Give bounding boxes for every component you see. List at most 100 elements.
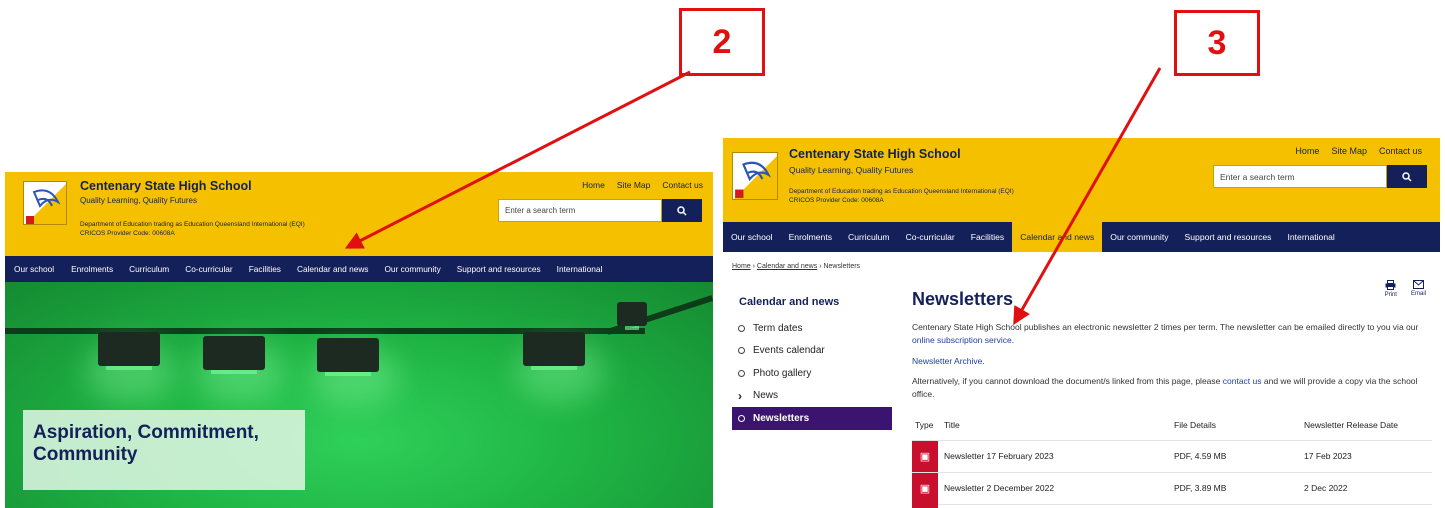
nav-our-school[interactable]: Our school [723,222,781,252]
top-links: Home Site Map Contact us [1295,146,1422,156]
sidebar-item-label: Photo gallery [753,367,812,379]
circle-icon [738,347,745,355]
pdf-icon: ▣ [912,472,938,504]
stage-light [523,332,585,370]
pdf-icon: ▣ [912,440,938,472]
hero-banner: Aspiration, Commitment, Community [5,282,713,508]
hero-caption: Aspiration, Commitment, Community [23,410,305,490]
table-row[interactable]: ▣ Newsletter 2 December 2022 PDF, 3.89 M… [912,472,1432,505]
sidebar-item-label: Events calendar [753,345,825,357]
nav-our-school[interactable]: Our school [5,256,63,282]
release-date: 17 Feb 2023 [1298,440,1432,473]
contact-us-inline-link[interactable]: contact us [1223,376,1262,386]
circle-icon [738,369,745,377]
sidebar-item-newsletters[interactable]: Newsletters [732,407,892,430]
sidebar-item-label: Newsletters [753,412,810,424]
breadcrumb-calendar[interactable]: Calendar and news [757,263,817,270]
nav-support-and-resources[interactable]: Support and resources [449,256,549,282]
home-link[interactable]: Home [1295,146,1319,156]
file-details: PDF, 3.89 MB [1168,472,1298,505]
breadcrumb: Home › Calendar and news › Newsletters [732,263,860,270]
alternative-paragraph: Alternatively, if you cannot download th… [912,376,1418,399]
nav-enrolments[interactable]: Enrolments [63,256,121,282]
school-logo[interactable] [23,181,67,225]
page-tools: Print Email [1385,280,1426,298]
search-button[interactable] [1387,165,1427,188]
header-type: Type [912,410,938,441]
search-icon [677,205,687,216]
school-logo[interactable] [732,152,778,200]
envelope-icon [1412,280,1424,289]
email-button[interactable]: Email [1411,280,1426,298]
header-release-date: Newsletter Release Date [1298,410,1432,441]
school-name[interactable]: Centenary State High School [789,147,961,161]
circle-icon [738,414,745,422]
nav-facilities[interactable]: Facilities [241,256,289,282]
pdf-icon-partial [912,500,938,508]
school-name[interactable]: Centenary State High School [80,179,252,193]
school-tagline: Quality Learning, Quality Futures [789,165,914,175]
newsletter-archive-link[interactable]: Newsletter Archive. [912,355,985,368]
nav-curriculum[interactable]: Curriculum [840,222,898,252]
search-icon [1402,171,1412,182]
stage-light [617,302,647,330]
nav-curriculum[interactable]: Curriculum [121,256,177,282]
site-map-link[interactable]: Site Map [617,180,651,190]
site-map-link[interactable]: Site Map [1331,146,1367,156]
site-header: Centenary State High School Quality Lear… [5,172,713,256]
nav-our-community[interactable]: Our community [1102,222,1176,252]
contact-us-link[interactable]: Contact us [1379,146,1422,156]
search-input[interactable]: Enter a search term [1213,165,1387,188]
right-screenshot: Centenary State High School Quality Lear… [723,138,1440,508]
search-input[interactable]: Enter a search term [498,199,662,222]
sidebar-nav: Term dates Events calendar Photo gallery… [732,317,892,430]
nav-co-curricular[interactable]: Co-curricular [898,222,963,252]
callout-2: 2 [679,8,765,76]
sidebar-item-term-dates[interactable]: Term dates [732,317,892,340]
callout-3: 3 [1174,10,1260,76]
sidebar-item-news[interactable]: › News [732,385,892,408]
stage-light [317,338,379,376]
nav-enrolments[interactable]: Enrolments [781,222,840,252]
sidebar-item-label: Term dates [753,322,803,334]
nav-co-curricular[interactable]: Co-curricular [177,256,240,282]
table-row[interactable]: ▣ Newsletter 17 February 2023 PDF, 4.59 … [912,440,1432,473]
nav-calendar-and-news[interactable]: Calendar and news [289,256,377,282]
contact-us-link[interactable]: Contact us [662,180,703,190]
search-bar: Enter a search term [498,199,702,222]
header-file-details: File Details [1168,410,1298,441]
newsletter-title-link[interactable]: Newsletter 17 February 2023 [938,440,1168,473]
print-button[interactable]: Print [1385,280,1397,298]
department-text: Department of Education trading as Educa… [80,221,305,237]
release-date: 2 Dec 2022 [1298,472,1432,505]
nav-our-community[interactable]: Our community [376,256,448,282]
table-header-row: Type Title File Details Newsletter Relea… [912,410,1432,441]
nav-support-and-resources[interactable]: Support and resources [1177,222,1280,252]
newsletters-table: Type Title File Details Newsletter Relea… [912,410,1432,505]
main-nav: Our school Enrolments Curriculum Co-curr… [723,222,1440,252]
sidebar-title[interactable]: Calendar and news [739,296,839,308]
sidebar-item-label: News [753,390,779,402]
top-links: Home Site Map Contact us [582,180,703,190]
chevron-right-icon: › [738,388,742,403]
nav-international[interactable]: International [549,256,611,282]
nav-international[interactable]: International [1279,222,1342,252]
search-button[interactable] [662,199,702,222]
nav-calendar-and-news[interactable]: Calendar and news [1012,222,1103,252]
home-link[interactable]: Home [582,180,605,190]
department-text: Department of Education trading as Educa… [789,188,1014,204]
left-screenshot: Centenary State High School Quality Lear… [5,172,713,508]
subscription-link[interactable]: online subscription service [912,335,1012,345]
sidebar-item-photo-gallery[interactable]: Photo gallery [732,362,892,385]
comparison-screenshot: 2 3 Centenary State High School Quality … [0,0,1445,508]
nav-facilities[interactable]: Facilities [963,222,1012,252]
newsletter-title-link[interactable]: Newsletter 2 December 2022 [938,472,1168,505]
stage-light [203,336,265,374]
breadcrumb-home[interactable]: Home [732,263,751,270]
page-title: Newsletters [912,289,1014,309]
breadcrumb-current: Newsletters [823,263,861,270]
intro-paragraph: Centenary State High School publishes an… [912,322,1419,345]
type-cell: ▣ [912,440,938,473]
sidebar-item-events-calendar[interactable]: Events calendar [732,340,892,363]
stage-light [98,332,160,370]
